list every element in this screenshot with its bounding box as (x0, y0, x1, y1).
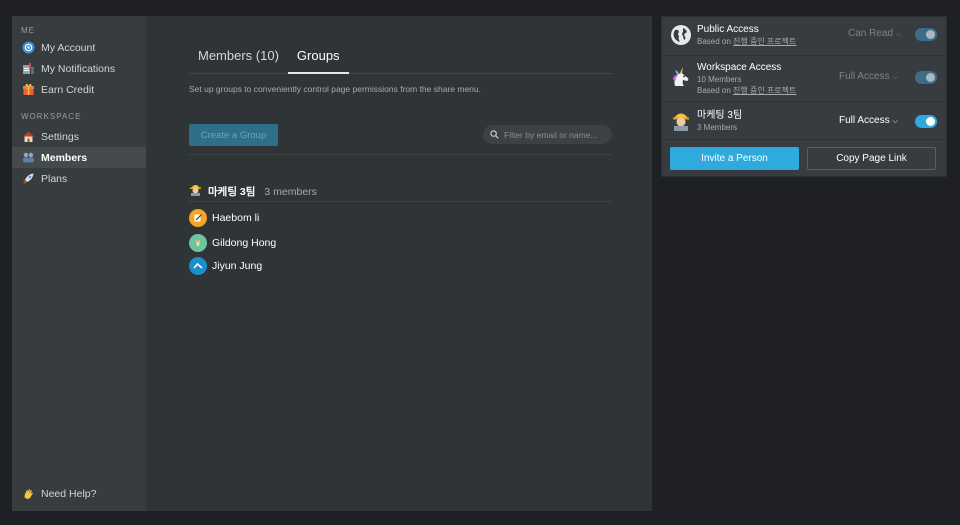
avatar (189, 234, 207, 252)
permission-value: Full Access (839, 71, 890, 82)
share-row-title: Public Access (697, 24, 759, 35)
tab-groups[interactable]: Groups (287, 42, 349, 74)
section-label-workspace: WORKSPACE (21, 112, 82, 121)
member-row[interactable]: Gildong Hong (189, 234, 276, 252)
sidebar-item-label: Members (41, 151, 88, 164)
settings-window: ME My Account My Notifications Earn Cred… (12, 16, 652, 511)
need-help-label: Need Help? (41, 487, 97, 500)
share-row-title: Workspace Access (697, 62, 782, 73)
rocket-icon (22, 172, 35, 185)
need-help-link[interactable]: Need Help? (12, 483, 146, 504)
member-name: Gildong Hong (212, 237, 277, 249)
based-on-link[interactable]: 진행 중인 프로젝트 (733, 86, 796, 95)
tab-bar: Members (10) Groups (189, 42, 612, 74)
sidebar-item-label: My Account (41, 41, 96, 54)
sidebar-item-label: Settings (41, 130, 79, 143)
toggle-workspace-access[interactable] (915, 71, 937, 84)
member-name: Jiyun Jung (212, 260, 263, 272)
section-label-me: ME (21, 26, 35, 35)
sidebar-item-my-notifications[interactable]: My Notifications (12, 58, 146, 79)
permission-dropdown-public[interactable]: Can Read ⌵ (848, 28, 901, 39)
toggle-knob (926, 117, 935, 126)
unicorn-icon (670, 66, 692, 88)
row-divider (662, 139, 946, 140)
waving-hand-icon (22, 487, 35, 500)
member-name: Haebom li (212, 212, 260, 224)
share-row-text: 마케팅 3팀 3 Members (697, 110, 742, 133)
sidebar-item-plans[interactable]: Plans (12, 168, 146, 189)
share-row-text: Workspace Access 10 Members Based on 진행 … (697, 62, 796, 96)
notifications-icon (22, 62, 35, 75)
permission-value: Full Access (839, 115, 890, 126)
construction-worker-icon (670, 109, 692, 131)
divider (189, 201, 612, 202)
tab-members[interactable]: Members (10) (189, 42, 288, 74)
avatar (189, 209, 207, 227)
sidebar-item-label: Earn Credit (41, 83, 95, 96)
based-on-prefix: Based on (697, 37, 731, 46)
based-on-prefix: Based on (697, 86, 731, 95)
toggle-knob (926, 30, 935, 39)
group-name: 마케팅 3팀 (208, 186, 256, 198)
sidebar-item-label: My Notifications (41, 62, 116, 75)
globe-icon (670, 24, 692, 46)
people-icon (22, 151, 35, 164)
member-row[interactable]: Jiyun Jung (189, 257, 262, 275)
share-panel: Public Access Based on 진행 중인 프로젝트 Can Re… (661, 16, 947, 177)
search-icon (490, 126, 499, 144)
member-row[interactable]: Haebom li (189, 209, 259, 227)
main-content: Members (10) Groups Set up groups to con… (146, 16, 652, 511)
gift-icon (22, 83, 35, 96)
share-row-based-on: Based on 진행 중인 프로젝트 (697, 36, 796, 47)
chevron-down-icon: ⌵ (892, 74, 898, 81)
share-row-based-on: Based on 진행 중인 프로젝트 (697, 85, 796, 96)
permission-dropdown-workspace[interactable]: Full Access ⌵ (839, 71, 898, 82)
account-icon (22, 41, 35, 54)
share-row-title: 마케팅 3팀 (697, 110, 743, 121)
share-row-subtitle: 10 Members (697, 75, 742, 84)
groups-description: Set up groups to conveniently control pa… (189, 84, 481, 94)
house-icon (22, 130, 35, 143)
toggle-public-access[interactable] (915, 28, 937, 41)
sidebar-item-members[interactable]: Members (12, 147, 146, 168)
group-member-count: 3 members (264, 185, 317, 198)
share-row-public-access: Public Access Based on 진행 중인 프로젝트 Can Re… (662, 17, 946, 55)
invite-person-button[interactable]: Invite a Person (670, 147, 799, 170)
based-on-link[interactable]: 진행 중인 프로젝트 (733, 37, 796, 46)
copy-page-link-button[interactable]: Copy Page Link (807, 147, 936, 170)
sidebar-item-earn-credit[interactable]: Earn Credit (12, 79, 146, 100)
toggle-knob (926, 73, 935, 82)
group-header[interactable]: 마케팅 3팀 3 members (189, 182, 317, 201)
share-row-workspace-access: Workspace Access 10 Members Based on 진행 … (662, 56, 946, 101)
share-row-group: 마케팅 3팀 3 Members Full Access ⌵ (662, 102, 946, 139)
sidebar-item-label: Plans (41, 172, 68, 185)
construction-worker-icon (189, 182, 202, 201)
divider (189, 154, 612, 155)
avatar (189, 257, 207, 275)
share-row-subtitle: 3 Members (697, 123, 738, 132)
toggle-group-access[interactable] (915, 115, 937, 128)
sidebar-item-my-account[interactable]: My Account (12, 37, 146, 58)
permission-value: Can Read (848, 28, 894, 39)
chevron-down-icon: ⌵ (896, 31, 902, 38)
sidebar-item-settings[interactable]: Settings (12, 126, 146, 147)
permission-dropdown-group[interactable]: Full Access ⌵ (839, 115, 898, 126)
chevron-down-icon: ⌵ (892, 118, 898, 125)
filter-box[interactable] (483, 125, 612, 144)
sidebar: ME My Account My Notifications Earn Cred… (12, 16, 146, 511)
share-row-text: Public Access Based on 진행 중인 프로젝트 (697, 24, 796, 47)
filter-input[interactable] (504, 129, 612, 140)
create-group-button[interactable]: Create a Group (189, 124, 278, 146)
